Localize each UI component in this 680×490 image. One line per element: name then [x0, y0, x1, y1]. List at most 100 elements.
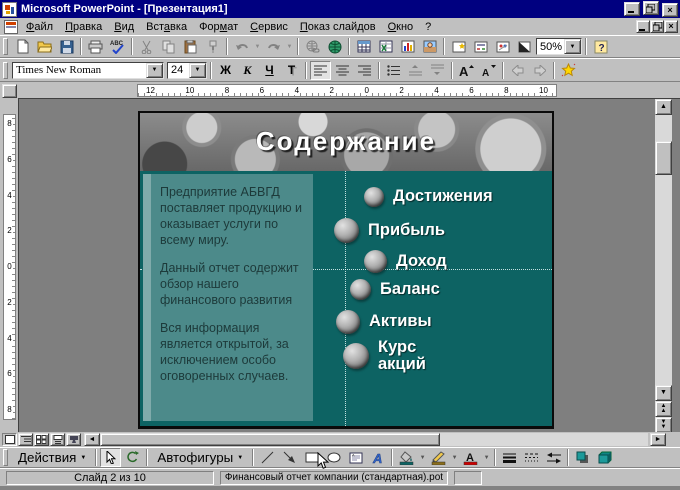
arrow-button[interactable]	[279, 448, 300, 467]
toc-item-6[interactable]: Курс акций	[140, 339, 550, 374]
h-scroll-right-button[interactable]: ►	[650, 433, 666, 446]
save-button[interactable]	[56, 37, 77, 56]
menu-item-1[interactable]: Файл	[20, 20, 59, 34]
font-size-combobox[interactable]: 24 ▼	[167, 62, 207, 79]
open-button[interactable]	[34, 37, 55, 56]
toolbar-grip[interactable]	[3, 449, 8, 466]
redo-button[interactable]	[263, 37, 284, 56]
promote-button[interactable]	[507, 61, 528, 80]
slide-sorter-button[interactable]	[34, 433, 49, 446]
menu-item-9[interactable]: ?	[419, 20, 437, 34]
notes-page-button[interactable]	[50, 433, 65, 446]
select-objects-button[interactable]	[100, 448, 121, 467]
move-up-button[interactable]	[405, 61, 426, 80]
horizontal-scroll-thumb[interactable]	[100, 433, 440, 446]
hyperlink-button[interactable]	[302, 37, 323, 56]
horizontal-scrollbar[interactable]	[100, 433, 648, 446]
vertical-scrollbar[interactable]: ▲ ▼ ▲▲ ▼▼	[655, 99, 672, 432]
toc-item-3[interactable]: Доход	[140, 250, 550, 273]
redo-dropdown[interactable]: ▼	[285, 37, 294, 56]
free-rotate-button[interactable]	[122, 448, 143, 467]
menu-item-7[interactable]: Показ слайдов	[294, 20, 382, 34]
arrow-style-button[interactable]	[543, 448, 564, 467]
bold-button[interactable]: Ж	[215, 61, 236, 80]
cut-button[interactable]	[136, 37, 157, 56]
menu-item-5[interactable]: Формат	[193, 20, 244, 34]
insert-chart-button[interactable]	[397, 37, 418, 56]
doc-minimize-button[interactable]	[636, 20, 650, 33]
wordart-button[interactable]: A	[367, 448, 388, 467]
toolbar-grip[interactable]	[3, 38, 8, 55]
outline-view-button[interactable]	[18, 433, 33, 446]
align-left-button[interactable]	[310, 61, 331, 80]
threed-button[interactable]	[594, 448, 615, 467]
close-button[interactable]: ×	[662, 3, 678, 17]
move-down-button[interactable]	[427, 61, 448, 80]
new-button[interactable]	[12, 37, 33, 56]
toc-item-4[interactable]: Баланс	[140, 279, 550, 300]
slide[interactable]: Содержание Предприятие АБВГД поставляет …	[138, 111, 554, 429]
help-button[interactable]: ?	[590, 37, 611, 56]
draw-menu-button[interactable]: Действия▼	[12, 447, 92, 468]
align-right-button[interactable]	[354, 61, 375, 80]
slide-layout-button[interactable]	[470, 37, 491, 56]
zoom-combobox[interactable]: 50% ▼	[536, 38, 582, 55]
toc-item-1[interactable]: Достижения	[140, 187, 550, 207]
animation-effects-button[interactable]	[558, 61, 579, 80]
slide-view-button[interactable]	[2, 433, 17, 446]
menu-item-3[interactable]: Вид	[108, 20, 140, 34]
insert-clipart-button[interactable]	[419, 37, 440, 56]
new-slide-button[interactable]	[448, 37, 469, 56]
restore-button[interactable]	[643, 1, 659, 15]
spelling-button[interactable]: ABC	[107, 37, 128, 56]
bw-view-button[interactable]	[514, 37, 535, 56]
slide-show-button[interactable]	[66, 433, 81, 446]
scroll-down-button[interactable]: ▼	[655, 385, 672, 401]
vertical-ruler[interactable]: 864202468	[3, 114, 16, 420]
print-button[interactable]	[85, 37, 106, 56]
scroll-up-button[interactable]: ▲	[655, 99, 672, 115]
slide-title-band[interactable]: Содержание	[140, 113, 552, 173]
menu-item-8[interactable]: Окно	[382, 20, 420, 34]
toolbar-grip[interactable]	[3, 62, 8, 79]
text-box-button[interactable]: A	[345, 448, 366, 467]
insert-excel-button[interactable]	[375, 37, 396, 56]
dash-style-button[interactable]	[521, 448, 542, 467]
slide-canvas[interactable]: Содержание Предприятие АБВГД поставляет …	[18, 98, 680, 432]
shadow-button[interactable]	[572, 448, 593, 467]
doc-restore-button[interactable]	[650, 20, 664, 33]
paste-button[interactable]	[180, 37, 201, 56]
line-color-button[interactable]	[428, 448, 449, 467]
menu-item-4[interactable]: Вставка	[140, 20, 193, 34]
decrease-font-button[interactable]: A	[478, 61, 499, 80]
chevron-down-icon[interactable]: ▼	[146, 63, 163, 78]
copy-button[interactable]	[158, 37, 179, 56]
undo-button[interactable]	[231, 37, 252, 56]
align-center-button[interactable]	[332, 61, 353, 80]
undo-dropdown[interactable]: ▼	[253, 37, 262, 56]
apply-design-button[interactable]	[492, 37, 513, 56]
rectangle-button[interactable]	[301, 448, 322, 467]
vertical-scroll-thumb[interactable]	[655, 141, 672, 175]
toc-item-2[interactable]: Прибыль	[140, 218, 550, 243]
demote-button[interactable]	[529, 61, 550, 80]
slide-body[interactable]: Предприятие АБВГД поставляет продукцию и…	[140, 171, 552, 426]
bullets-button[interactable]	[383, 61, 404, 80]
toc-item-5[interactable]: Активы	[140, 310, 550, 334]
fill-color-dropdown[interactable]: ▼	[418, 448, 427, 467]
menu-item-2[interactable]: Правка	[59, 20, 108, 34]
h-scroll-left-button[interactable]: ◄	[84, 433, 100, 446]
underline-button[interactable]: Ч	[259, 61, 280, 80]
next-slide-button[interactable]: ▼▼	[655, 417, 672, 432]
horizontal-ruler[interactable]: 121086420246810	[137, 84, 557, 97]
slide-title[interactable]: Содержание	[140, 126, 552, 157]
web-toolbar-button[interactable]	[324, 37, 345, 56]
minimize-button[interactable]	[624, 2, 640, 16]
font-color-dropdown[interactable]: ▼	[482, 448, 491, 467]
line-button[interactable]	[257, 448, 278, 467]
chevron-down-icon[interactable]: ▼	[564, 39, 581, 54]
font-color-button[interactable]: A	[460, 448, 481, 467]
italic-button[interactable]: К	[237, 61, 258, 80]
insert-table-button[interactable]	[353, 37, 374, 56]
chevron-down-icon[interactable]: ▼	[189, 63, 206, 78]
